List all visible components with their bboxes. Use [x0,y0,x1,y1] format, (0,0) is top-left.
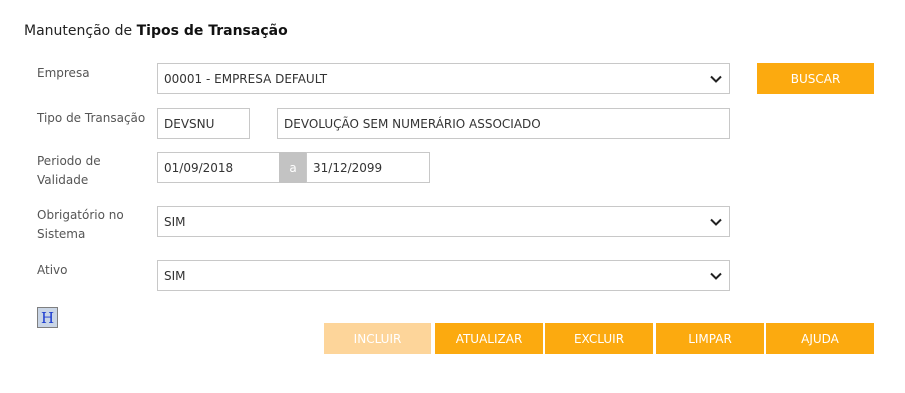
page-title: Manutenção de Tipos de Transação [24,23,288,39]
obrigatorio-select[interactable]: SIM [157,206,730,237]
periodo-end-value: 31/12/2099 [313,160,383,175]
tipo-code-input[interactable]: DEVSNU [157,108,250,139]
ativo-label: Ativo [37,263,68,277]
limpar-button[interactable]: LIMPAR [656,323,764,354]
chevron-down-icon [710,218,722,226]
periodo-separator: a [279,152,307,183]
chevron-down-icon [710,75,722,83]
periodo-start-value: 01/09/2018 [164,160,234,175]
help-h-icon[interactable]: H [37,307,58,328]
page-title-bold: Tipos de Transação [136,23,288,39]
periodo-end-input[interactable]: 31/12/2099 [306,152,430,183]
ativo-select[interactable]: SIM [157,260,730,291]
ajuda-button[interactable]: AJUDA [766,323,874,354]
periodo-label-line1: Periodo de [37,154,101,168]
tipo-description-input[interactable]: DEVOLUÇÃO SEM NUMERÁRIO ASSOCIADO [277,108,730,139]
tipo-code-value: DEVSNU [164,116,215,131]
ativo-select-value: SIM [164,268,186,283]
empresa-select-value: 00001 - EMPRESA DEFAULT [164,71,328,86]
empresa-select[interactable]: 00001 - EMPRESA DEFAULT [157,63,730,94]
obrigatorio-select-value: SIM [164,214,186,229]
obrigatorio-label: Obrigatório no Sistema [37,206,124,244]
periodo-label-line2: Validade [37,173,89,187]
chevron-down-icon [710,272,722,280]
periodo-validade-label: Periodo de Validade [37,152,101,190]
atualizar-button[interactable]: ATUALIZAR [435,323,543,354]
obrigatorio-label-line1: Obrigatório no [37,208,124,222]
periodo-start-input[interactable]: 01/09/2018 [157,152,280,183]
page-title-prefix: Manutenção de [24,23,137,39]
buscar-button[interactable]: BUSCAR [757,63,874,94]
obrigatorio-label-line2: Sistema [37,227,86,241]
tipo-transacao-label: Tipo de Transação [37,111,146,125]
incluir-button[interactable]: INCLUIR [324,323,431,354]
excluir-button[interactable]: EXCLUIR [545,323,653,354]
tipo-description-value: DEVOLUÇÃO SEM NUMERÁRIO ASSOCIADO [284,116,541,131]
empresa-label: Empresa [37,66,90,80]
